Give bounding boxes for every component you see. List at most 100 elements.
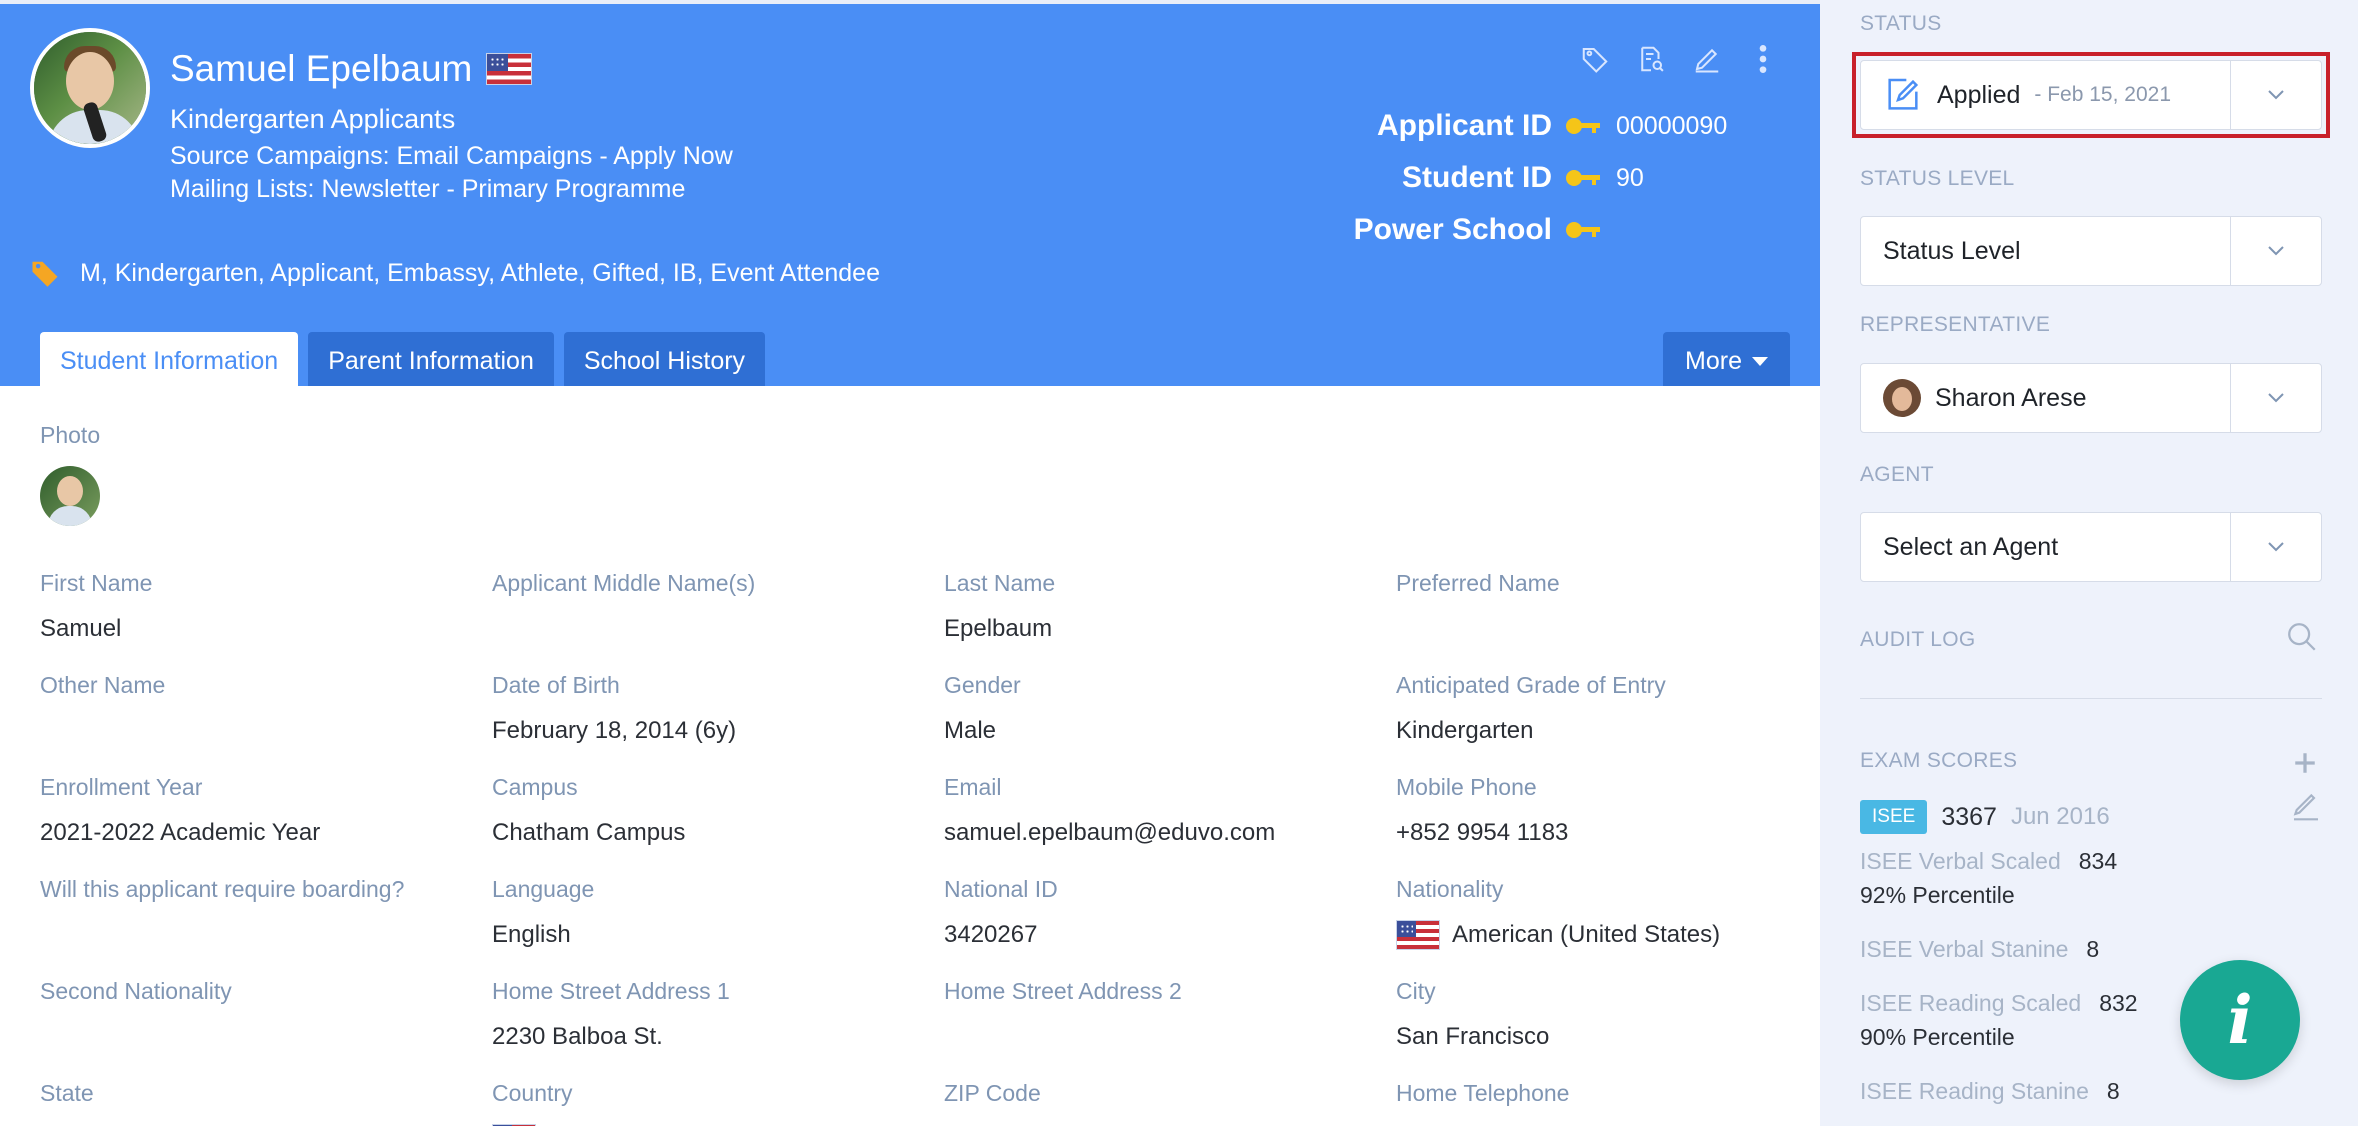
student-name: Samuel Epelbaum bbox=[170, 48, 473, 89]
info-help-button[interactable]: i bbox=[2180, 960, 2300, 1080]
field-label: Will this applicant require boarding? bbox=[40, 876, 405, 902]
field-value[interactable] bbox=[1396, 1122, 1800, 1126]
field-value[interactable]: +852 9954 1183 bbox=[1396, 816, 1800, 850]
field-label: Campus bbox=[492, 774, 578, 800]
field-campus: Campus Chatham Campus bbox=[492, 770, 944, 872]
field-value[interactable]: 2021-2022 Academic Year bbox=[40, 816, 492, 850]
field-label: Email bbox=[944, 774, 1002, 800]
field-value-text: American (United States) bbox=[1452, 921, 1721, 948]
field-value[interactable] bbox=[492, 612, 944, 646]
field-mobile-phone: Mobile Phone +852 9954 1183 bbox=[1396, 770, 1800, 872]
field-home-street-address-1: Home Street Address 1 2230 Balboa St. bbox=[492, 974, 944, 1076]
field-value-text: Chatham Campus bbox=[492, 819, 686, 846]
field-label: Enrollment Year bbox=[40, 774, 203, 800]
field-value-text: 3420267 bbox=[944, 921, 1038, 948]
student-photo-thumbnail[interactable] bbox=[40, 466, 100, 526]
field-enrollment-year: Enrollment Year 2021-2022 Academic Year bbox=[40, 770, 492, 872]
field-gender: Gender Male bbox=[944, 668, 1396, 770]
more-label: More bbox=[1685, 346, 1742, 375]
us-flag-icon bbox=[1396, 920, 1440, 950]
field-value-text: Kindergarten bbox=[1396, 717, 1534, 744]
more-dropdown-button[interactable]: More bbox=[1663, 332, 1790, 390]
applicant-id-value: 00000090 bbox=[1616, 111, 1728, 140]
field-value[interactable] bbox=[944, 1122, 1396, 1126]
field-value[interactable]: samuel.epelbaum@eduvo.com bbox=[944, 816, 1396, 850]
chevron-down-icon[interactable] bbox=[2231, 245, 2321, 257]
tag-filled-icon bbox=[30, 258, 60, 288]
field-value-text: English bbox=[492, 921, 571, 948]
source-campaigns: Source Campaigns: Email Campaigns - Appl… bbox=[170, 142, 733, 170]
field-value[interactable]: February 18, 2014 (6y) bbox=[492, 714, 944, 748]
field-zip-code: ZIP Code bbox=[944, 1076, 1396, 1126]
exam-percentile: 92% Percentile bbox=[1860, 882, 2015, 908]
tags-row: M, Kindergarten, Applicant, Embassy, Ath… bbox=[30, 258, 880, 288]
power-school-row: Power School bbox=[1300, 204, 1800, 256]
field-value[interactable]: 2230 Balboa St. bbox=[492, 1020, 944, 1054]
chevron-down-icon[interactable] bbox=[2231, 392, 2321, 404]
audit-log-label[interactable]: AUDIT LOG bbox=[1860, 628, 1976, 652]
student-information-panel: Photo First Name Samuel Applicant Middle N… bbox=[0, 386, 1820, 1126]
student-id-row: Student ID 90 bbox=[1402, 161, 1644, 194]
field-label: Country bbox=[492, 1080, 573, 1106]
field-label: Home Street Address 2 bbox=[944, 978, 1182, 1004]
field-value[interactable] bbox=[40, 1020, 492, 1054]
field-applicant-middle-name-s: Applicant Middle Name(s) bbox=[492, 566, 944, 668]
field-will-this-applicant-require-boarding: Will this applicant require boarding? bbox=[40, 872, 492, 974]
field-value[interactable] bbox=[40, 918, 492, 952]
field-value[interactable]: Kindergarten bbox=[1396, 714, 1800, 748]
field-value[interactable]: Chatham Campus bbox=[492, 816, 944, 850]
tags-list[interactable]: M, Kindergarten, Applicant, Embassy, Ath… bbox=[80, 259, 880, 288]
field-value[interactable]: 3420267 bbox=[944, 918, 1396, 952]
key-icon bbox=[1566, 169, 1600, 187]
field-value-text: February 18, 2014 (6y) bbox=[492, 717, 737, 744]
field-label: City bbox=[1396, 978, 1436, 1004]
field-city: City San Francisco bbox=[1396, 974, 1800, 1076]
plus-icon[interactable] bbox=[2292, 750, 2318, 776]
exam-date: Jun 2016 bbox=[2010, 803, 2110, 830]
exam-scores-label: EXAM SCORES bbox=[1860, 749, 2018, 772]
exam-percentile: 90% Percentile bbox=[1860, 1024, 2015, 1050]
field-label: Nationality bbox=[1396, 876, 1504, 902]
tab-student-information[interactable]: Student Information bbox=[40, 332, 299, 390]
field-value-text: Male bbox=[944, 717, 997, 744]
field-value-text: +852 9954 1183 bbox=[1396, 819, 1569, 846]
field-home-telephone: Home Telephone bbox=[1396, 1076, 1800, 1126]
field-value[interactable] bbox=[492, 1122, 944, 1126]
document-search-icon[interactable] bbox=[1634, 42, 1668, 76]
agent-value: Select an Agent bbox=[1883, 532, 2059, 561]
representative-select[interactable]: Sharon Arese bbox=[1860, 363, 2322, 433]
field-label: Date of Birth bbox=[492, 672, 620, 698]
status-level-label: STATUS LEVEL bbox=[1860, 167, 2015, 190]
tab-parent-information[interactable]: Parent Information bbox=[308, 332, 554, 390]
field-label: Mobile Phone bbox=[1396, 774, 1537, 800]
field-value[interactable]: San Francisco bbox=[1396, 1020, 1800, 1054]
photo-label: Photo bbox=[40, 422, 101, 448]
field-value[interactable]: Epelbaum bbox=[944, 612, 1396, 646]
pencil-icon[interactable] bbox=[1690, 42, 1724, 76]
status-level-select[interactable]: Status Level bbox=[1860, 216, 2322, 286]
field-value[interactable] bbox=[1396, 612, 1800, 646]
key-icon bbox=[1566, 117, 1600, 135]
sidebar-panel: STATUS Applied - Feb 15, 2021 STATUS LEV… bbox=[1820, 0, 2358, 1126]
tag-icon[interactable] bbox=[1578, 42, 1612, 76]
field-home-street-address-2: Home Street Address 2 bbox=[944, 974, 1396, 1076]
field-value[interactable]: Samuel bbox=[40, 612, 492, 646]
chevron-down-icon[interactable] bbox=[2231, 541, 2321, 553]
key-icon bbox=[1566, 221, 1600, 239]
field-value[interactable]: American (United States) bbox=[1396, 918, 1800, 952]
more-vertical-icon[interactable] bbox=[1746, 42, 1780, 76]
us-flag-icon bbox=[486, 53, 533, 85]
search-icon[interactable] bbox=[2285, 620, 2319, 654]
field-email: Email samuel.epelbaum@eduvo.com bbox=[944, 770, 1396, 872]
agent-label: AGENT bbox=[1860, 463, 1934, 486]
field-value[interactable]: English bbox=[492, 918, 944, 952]
field-label: Preferred Name bbox=[1396, 570, 1560, 596]
tab-school-history[interactable]: School History bbox=[563, 332, 766, 390]
field-value[interactable]: Male bbox=[944, 714, 1396, 748]
field-value[interactable] bbox=[40, 714, 492, 748]
agent-select[interactable]: Select an Agent bbox=[1860, 512, 2322, 582]
field-value[interactable] bbox=[40, 1122, 492, 1126]
field-value[interactable] bbox=[944, 1020, 1396, 1054]
pencil-icon[interactable] bbox=[2290, 790, 2322, 822]
mailing-lists: Mailing Lists: Newsletter - Primary Prog… bbox=[170, 175, 686, 203]
